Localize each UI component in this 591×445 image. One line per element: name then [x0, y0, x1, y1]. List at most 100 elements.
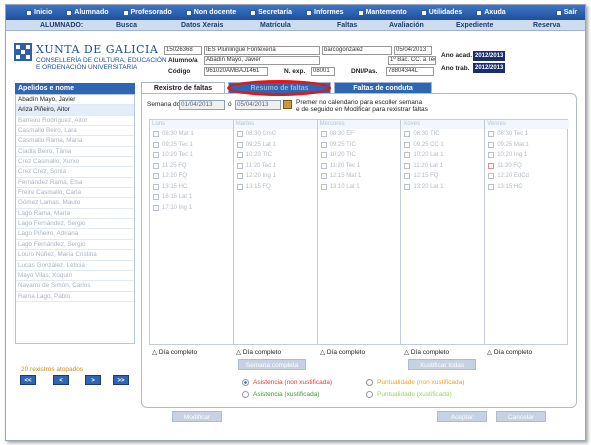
grid-session-cell[interactable]: 12:15 Mat 1 — [318, 171, 401, 182]
submenu-item-matricula[interactable]: Matrícula — [260, 22, 291, 29]
student-list-item[interactable]: Mayo Vilas, Xoquín — [16, 271, 134, 282]
tab-rexistro-de-faltas[interactable]: Rexistro de faltas — [141, 82, 225, 93]
grid-session-cell[interactable]: 10:20 TIC — [318, 150, 401, 161]
student-list-item[interactable]: Casmallo Beiro, Lara — [16, 126, 134, 137]
grid-session-cell[interactable]: 13:15 HC — [485, 182, 569, 193]
grid-session-cell[interactable]: 09:25 TIC — [318, 140, 401, 151]
cancelar-button[interactable]: Cancelar — [496, 411, 546, 422]
student-list-item[interactable]: Barreiro Rodríguez, Aitor — [16, 116, 134, 127]
session-checkbox[interactable] — [404, 173, 411, 180]
dia-completo-venres[interactable]: △ Día completo — [487, 348, 532, 356]
top-menu-item-2[interactable]: Profesorado — [122, 9, 172, 16]
top-menu-item-3[interactable]: Non docente — [185, 9, 236, 16]
week-to-input[interactable]: 05/04/2013 — [235, 100, 281, 110]
session-checkbox[interactable] — [153, 194, 159, 201]
submenu-item-datos-xerais[interactable]: Datos Xerais — [181, 22, 223, 29]
grid-session-cell[interactable]: 10:20 TIC — [234, 150, 317, 161]
student-list-item[interactable]: Freire Casmallo, Carla — [16, 188, 134, 199]
grid-session-cell[interactable]: 11:20 Tec 1 — [234, 161, 317, 172]
session-checkbox[interactable] — [320, 183, 327, 190]
grid-session-cell[interactable]: 10:20 Ing 1 — [485, 150, 569, 161]
grid-session-cell[interactable]: 09:25 Tec 1 — [150, 140, 233, 151]
grid-session-cell[interactable]: 13:15 FQ — [234, 182, 317, 193]
student-list-item[interactable]: Louro Núñez, María Cristina — [16, 250, 134, 261]
top-menu-item-8[interactable]: Axuda — [476, 9, 506, 16]
session-checkbox[interactable] — [488, 173, 495, 180]
session-checkbox[interactable] — [488, 131, 495, 138]
session-checkbox[interactable] — [153, 152, 159, 159]
xustificar-todas-button[interactable]: Xustificar todas — [408, 359, 476, 370]
session-checkbox[interactable] — [153, 162, 159, 169]
session-checkbox[interactable] — [320, 152, 327, 159]
submenu-item-avaliacion[interactable]: Avaliación — [389, 22, 424, 29]
grid-session-cell[interactable]: 11:20 Tec 1 — [318, 161, 401, 172]
grid-session-cell[interactable]: 08:30 TIC — [401, 129, 484, 140]
student-list-item[interactable]: Gómez Lamas, Mauro — [16, 198, 134, 209]
session-checkbox[interactable] — [236, 131, 243, 138]
session-checkbox[interactable] — [404, 141, 411, 148]
modificar-button[interactable]: Modificar — [172, 411, 222, 422]
calendar-icon[interactable] — [283, 100, 292, 109]
submenu-item-reserva[interactable]: Reserva — [533, 22, 560, 29]
grid-session-cell[interactable]: 08:30 EF — [318, 129, 401, 140]
pager-first-button[interactable]: << — [20, 375, 36, 385]
grid-session-cell[interactable]: 13:10 Lat 1 — [318, 182, 401, 193]
session-checkbox[interactable] — [320, 131, 327, 138]
dia-completo-martes[interactable]: △ Día completo — [236, 348, 281, 356]
session-checkbox[interactable] — [404, 162, 411, 169]
session-checkbox[interactable] — [153, 204, 159, 211]
session-checkbox[interactable] — [236, 152, 243, 159]
grid-session-cell[interactable]: 09:25 CC 1 — [401, 140, 484, 151]
pager-prev-button[interactable]: < — [53, 375, 69, 385]
student-list-item[interactable]: Ariza Piñeiro, Aitor — [16, 105, 134, 116]
dia-completo-xoves[interactable]: △ Día completo — [404, 348, 449, 356]
grid-session-cell[interactable]: 08:30 CmC — [234, 129, 317, 140]
session-checkbox[interactable] — [236, 183, 243, 190]
session-checkbox[interactable] — [320, 141, 327, 148]
student-list-item[interactable]: Abadín Mayo, Javier — [16, 95, 134, 106]
student-list-item[interactable]: Fernández Rama, Elsa — [16, 178, 134, 189]
student-list-item[interactable]: Crez Casmallo, Xurxo — [16, 157, 134, 168]
week-from-input[interactable]: 01/04/2013 — [179, 100, 225, 110]
top-menu-item-1[interactable]: Alumnado — [66, 9, 109, 16]
grid-session-cell[interactable]: 16:15 Lat 1 — [150, 192, 233, 203]
grid-session-cell[interactable]: 11:25 FQ — [150, 161, 233, 172]
session-checkbox[interactable] — [488, 141, 495, 148]
top-menu-item-5[interactable]: Informes — [306, 9, 344, 16]
session-checkbox[interactable] — [153, 173, 159, 180]
session-checkbox[interactable] — [236, 141, 243, 148]
student-list-item[interactable]: Lago Piñeiro, Adriana — [16, 229, 134, 240]
session-checkbox[interactable] — [153, 131, 159, 138]
submenu-item-expediente[interactable]: Expediente — [456, 22, 493, 29]
session-checkbox[interactable] — [153, 183, 159, 190]
aceptar-button[interactable]: Aceptar — [437, 411, 487, 422]
top-menu-item-6[interactable]: Mantemento — [357, 9, 407, 16]
grid-session-cell[interactable]: 08:30 Mat 1 — [150, 129, 233, 140]
submenu-item-faltas[interactable]: Faltas — [337, 22, 357, 29]
grid-session-cell[interactable]: 12:15 FQ — [401, 171, 484, 182]
grid-session-cell[interactable]: 11:20 Lat 1 — [401, 161, 484, 172]
student-list-item[interactable]: Casmallo Rama, María — [16, 136, 134, 147]
session-checkbox[interactable] — [488, 152, 495, 159]
top-menu-item-7[interactable]: Utilidades — [420, 9, 462, 16]
student-list-item[interactable]: Lago Fernández, Sergio — [16, 240, 134, 251]
dia-completo-luns[interactable]: △ Día completo — [152, 348, 197, 356]
session-checkbox[interactable] — [236, 173, 243, 180]
grid-session-cell[interactable]: 10:20 Tec 1 — [150, 150, 233, 161]
dia-completo-mercores[interactable]: △ Día completo — [320, 348, 365, 356]
grid-session-cell[interactable]: 09:25 Mat 1 — [485, 140, 569, 151]
session-checkbox[interactable] — [404, 131, 411, 138]
session-checkbox[interactable] — [236, 162, 243, 169]
session-checkbox[interactable] — [153, 141, 159, 148]
top-menu-item-0[interactable]: Inicio — [26, 9, 52, 16]
student-list-item[interactable]: Lago Fernández, Sergio — [16, 219, 134, 230]
session-checkbox[interactable] — [320, 173, 327, 180]
session-checkbox[interactable] — [488, 162, 495, 169]
grid-session-cell[interactable]: 09:25 Lat 1 — [234, 140, 317, 151]
pager-last-button[interactable]: >> — [113, 375, 129, 385]
top-menu-item-4[interactable]: Secretaría — [250, 9, 292, 16]
grid-session-cell[interactable]: 13:20 Lat 1 — [401, 182, 484, 193]
submenu-item-busca[interactable]: Busca — [116, 22, 137, 29]
semana-completa-button[interactable]: Semana completa — [238, 359, 306, 370]
grid-session-cell[interactable]: 10:20 Lat 1 — [401, 150, 484, 161]
